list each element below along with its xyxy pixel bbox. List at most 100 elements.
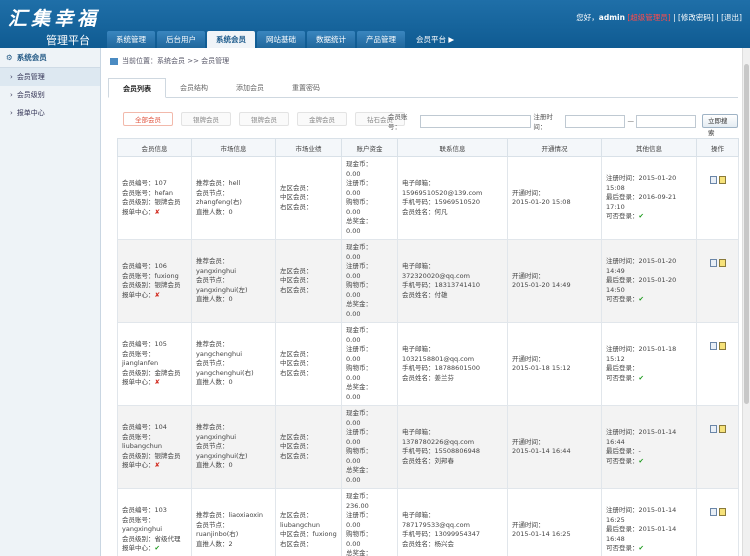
nav-tab[interactable]: 后台用户 (157, 31, 205, 48)
cell-line: ruanjinbo(右) (196, 530, 239, 538)
folder-icon[interactable] (718, 425, 726, 433)
cell-line: 电子邮箱： (402, 179, 435, 187)
cell-line: 会员账号：fuxiong (122, 271, 179, 280)
cell-line: 手机号码：13099954347 (402, 530, 480, 538)
account-funds-cell: 现金币： 0.00 注册币： 0.00 购物币： 0.00 总奖金： 0.00 (341, 322, 398, 406)
table-row: 会员编号：106 会员账号：fuxiong 会员级别：银牌会员 报单中心：✘ 推荐会员：… (117, 239, 739, 323)
folder-icon[interactable] (718, 259, 726, 267)
cell-line: 现金币： (346, 409, 372, 417)
cell-line: 电子邮箱： (402, 428, 435, 436)
folder-icon[interactable] (718, 176, 726, 184)
check-icon: ✔ (638, 373, 644, 382)
cell-line: 236.00 (346, 501, 369, 510)
cell-line: 会员编号：107 (122, 179, 167, 187)
filter-tab[interactable]: 银牌会员 (181, 112, 231, 126)
market-info-cell: 推荐会员： yangxinghui 会员节点： yangxinghui(左) 直推人数：… (191, 239, 276, 323)
nav-tab[interactable]: 网站基础 (257, 31, 305, 48)
bullet-icon: › (10, 91, 13, 99)
cell-line: 0.00 (346, 418, 361, 427)
edit-icon[interactable] (709, 259, 717, 267)
cell-line: 右区会员： (280, 451, 313, 460)
date-from-input[interactable] (565, 114, 626, 128)
market-info-cell: 推荐会员：liaoxiaoxin 会员节点： ruanjinbo(右) 直推人数：2 (191, 488, 276, 556)
other-info-cell: 注册时间：2015-01-18 15:12 最后登录： 可否登录：✔ (601, 322, 697, 406)
sub-tab[interactable]: 会员结构 (166, 78, 222, 97)
sidebar-item[interactable]: › 报单中心 (0, 104, 100, 122)
edit-icon[interactable] (709, 425, 717, 433)
account-links[interactable]: | [修改密码] | [退出] (673, 13, 742, 22)
top-header: 汇集幸福 管理平台 系统管理 后台用户 系统会员 网站基础 数据统计 产品管理 会员平台 ▶… (0, 0, 750, 48)
logo-subtitle: 管理平台 (46, 34, 90, 47)
nav-tab[interactable]: 产品管理 (357, 31, 405, 48)
cell-line: 0.00 (346, 226, 361, 235)
cell-line: 0.00 (346, 354, 361, 363)
cell-line: 最后登录：2015-01-14 (606, 525, 677, 534)
cell-line: 右区会员： (280, 368, 313, 377)
cross-icon: ✘ (154, 207, 160, 216)
account-funds-cell: 现金币： 0.00 注册币： 0.00 购物币： 0.00 总奖金： 0.00 (341, 405, 398, 489)
cell-line: 0.00 (346, 309, 361, 318)
cell-line: 可否登录：✔ (606, 544, 644, 553)
date-to-input[interactable] (635, 114, 696, 128)
sidebar-item[interactable]: › 会员级别 (0, 86, 100, 104)
account-search-input[interactable] (420, 114, 532, 128)
cell-line: 电子邮箱： (402, 345, 435, 353)
scrollbar[interactable] (742, 48, 750, 556)
cell-line: 购物币： (346, 364, 372, 372)
cell-line: 注册时间：2015-01-20 (606, 174, 677, 183)
cross-icon: ✘ (154, 378, 160, 387)
contact-info-cell: 电子邮箱： 372320020@qq.com 手机号码：18313741410 会员姓… (397, 239, 508, 323)
contact-info-cell: 电子邮箱： 1378780226@qq.com 手机号码：15508806948 会员… (397, 405, 508, 489)
cell-line: 会员级别：银牌会员 (122, 198, 181, 206)
nav-tab[interactable]: 数据统计 (307, 31, 355, 48)
cell-line: 会员级别：省级代理 (122, 534, 181, 543)
logo: 汇集幸福 (8, 8, 101, 30)
cell-line: 右区会员： (280, 539, 313, 548)
edit-icon[interactable] (709, 176, 717, 184)
nav-tab[interactable]: 会员平台 ▶ (407, 31, 463, 48)
cell-line: yangchenghui (196, 349, 243, 358)
cell-line: 开通时间： (512, 354, 545, 363)
cell-line: 15969510520@139.com (402, 188, 483, 197)
cell-line: 注册币： (346, 511, 372, 519)
filter-tab[interactable]: 全部会员 (123, 112, 173, 126)
column-header: 会员信息 (117, 138, 192, 157)
folder-icon[interactable] (718, 342, 726, 350)
cell-line: 0.00 (346, 290, 361, 299)
sub-tab[interactable]: 添加会员 (222, 78, 278, 97)
column-header: 市场信息 (191, 138, 276, 157)
folder-icon[interactable] (718, 508, 726, 516)
open-status-cell: 开通时间： 2015-01-14 16:44 (507, 405, 602, 489)
account-funds-cell: 现金币： 0.00 注册币： 0.00 购物币： 0.00 总奖金： 0.00 (341, 239, 398, 323)
operations-cell (696, 239, 739, 323)
cell-line: yangxinghui (196, 266, 237, 275)
search-button[interactable]: 立即搜索 (701, 114, 738, 137)
cell-line: 会员姓名：杨兴会 (402, 539, 454, 548)
cell-line: 会员编号：103 (122, 506, 167, 515)
table-row: 会员编号：104 会员账号： liubangchun 会员级别：银牌会员 报单中心：✘ 推… (117, 405, 739, 489)
edit-icon[interactable] (709, 508, 717, 516)
cell-line: 注册时间：2015-01-18 (606, 345, 677, 353)
nav-tab[interactable]: 系统管理 (107, 31, 155, 48)
cell-line: 手机号码：18313741410 (402, 281, 480, 289)
sidebar-item[interactable]: › 会员管理 (0, 68, 100, 86)
nav-tab[interactable]: 系统会员 (207, 31, 255, 48)
check-icon: ✔ (638, 295, 644, 304)
sub-tab[interactable]: 会员列表 (108, 78, 166, 98)
filter-tab[interactable]: 银牌会员 (239, 112, 289, 126)
contact-info-cell: 电子邮箱： 787179533@qq.com 手机号码：13099954347 会员姓… (397, 488, 508, 556)
cell-line: 2015-01-14 16:44 (512, 447, 571, 455)
filter-tab[interactable]: 金牌会员 (297, 112, 347, 126)
cell-line: 787179533@qq.com (402, 520, 470, 529)
cell-line: 会员姓名：付雄 (402, 290, 448, 299)
edit-icon[interactable] (709, 342, 717, 350)
cell-line: 报单中心：✘ (122, 461, 160, 470)
cell-line: 左区会员： (280, 266, 313, 275)
scrollbar-thumb[interactable] (744, 64, 749, 404)
top-nav: 系统管理 后台用户 系统会员 网站基础 数据统计 产品管理 会员平台 ▶ (107, 31, 463, 48)
user-info: 您好，admin [超级管理员] | [修改密码] | [退出] (576, 12, 742, 23)
cell-line: 0.00 (346, 335, 361, 344)
sub-tab[interactable]: 重置密码 (278, 78, 334, 97)
cell-line: 2015-01-14 16:25 (512, 530, 571, 538)
cell-line: 0.00 (346, 373, 361, 382)
